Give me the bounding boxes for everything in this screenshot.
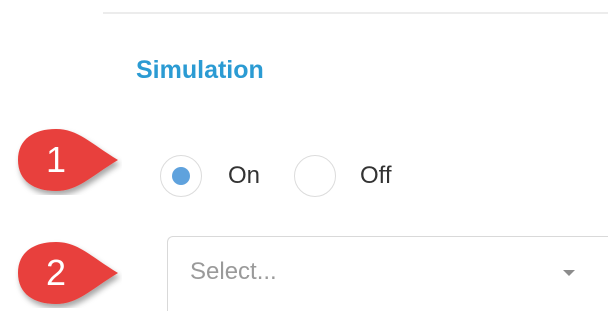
- simulation-off-radio[interactable]: Off: [294, 155, 392, 197]
- section-title: Simulation: [136, 56, 264, 84]
- radio-button-unselected[interactable]: [294, 155, 337, 197]
- radio-label-off: Off: [360, 162, 392, 189]
- radio-label-on: On: [228, 162, 261, 189]
- chevron-down-icon[interactable]: [563, 270, 575, 276]
- simulation-radio-group: On Off: [160, 148, 392, 204]
- callout-marker-1: 1: [10, 125, 122, 195]
- select-placeholder: Select...: [190, 258, 277, 285]
- callout-number: 2: [45, 252, 67, 293]
- callout-marker-2: 2: [10, 238, 122, 308]
- radio-selected-dot: [172, 167, 190, 185]
- simulation-select-dropdown[interactable]: Select...: [167, 236, 608, 311]
- callout-number: 1: [45, 139, 67, 180]
- section-divider: [103, 12, 608, 14]
- radio-button-selected[interactable]: [160, 155, 202, 197]
- simulation-on-radio[interactable]: On: [160, 155, 260, 197]
